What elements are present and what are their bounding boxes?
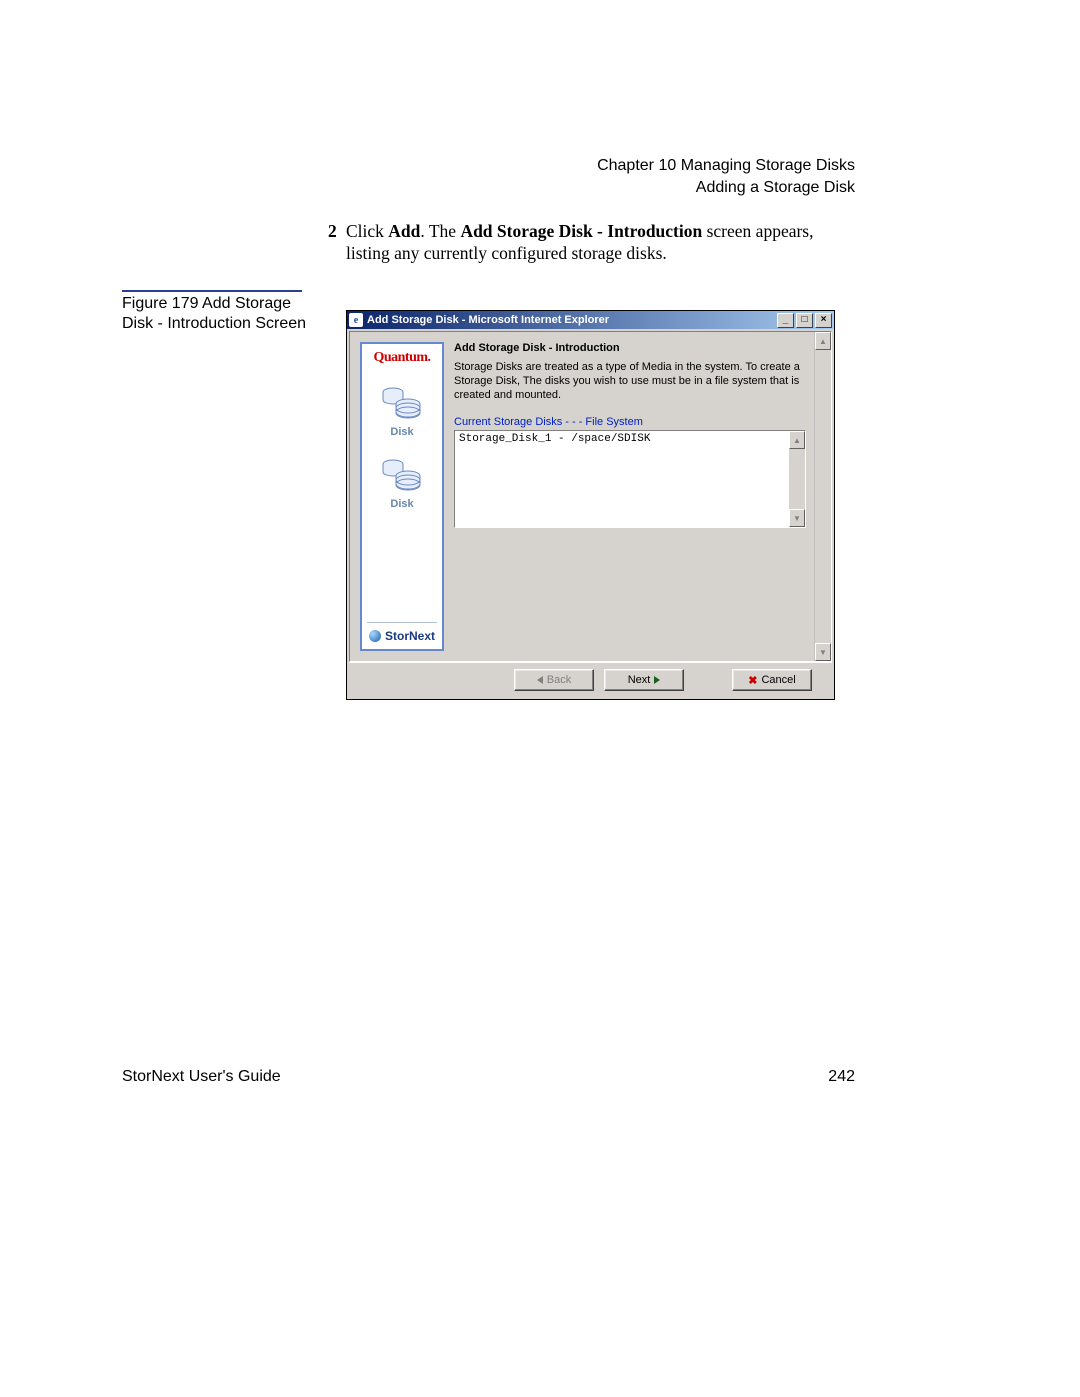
- wizard-button-bar: Back Next ✖ Cancel: [349, 662, 832, 697]
- next-button[interactable]: Next: [604, 669, 684, 691]
- wizard-description: Storage Disks are treated as a type of M…: [454, 360, 806, 402]
- next-label: Next: [628, 674, 651, 686]
- x-icon: ✖: [748, 674, 757, 687]
- disk-stack-icon: [380, 456, 424, 496]
- scroll-up-icon[interactable]: ▲: [815, 332, 831, 350]
- close-button[interactable]: ×: [815, 313, 832, 328]
- footer-guide: StorNext User's Guide: [122, 1068, 281, 1086]
- disk-icon-group: Disk: [380, 384, 424, 438]
- stornext-label: StorNext: [385, 629, 435, 643]
- stornext-logo: StorNext: [369, 629, 435, 643]
- disk-icon-group-2: Disk: [380, 456, 424, 510]
- wizard-sidebar: Quantum.: [360, 342, 444, 651]
- sidebar-divider: [367, 622, 437, 623]
- minimize-button[interactable]: _: [777, 313, 794, 328]
- step-number: 2: [328, 220, 337, 242]
- storage-disk-listbox[interactable]: Storage_Disk_1 - /space/SDISK ▲ ▼: [454, 430, 806, 528]
- content-area: Quantum.: [350, 332, 814, 661]
- window-titlebar: e Add Storage Disk - Microsoft Internet …: [347, 311, 834, 329]
- section-label: Adding a Storage Disk: [597, 177, 855, 199]
- disk-label-2: Disk: [390, 498, 413, 510]
- disk-label-1: Disk: [390, 426, 413, 438]
- wizard-main: Add Storage Disk - Introduction Storage …: [450, 332, 814, 661]
- page-header: Chapter 10 Managing Storage Disks Adding…: [597, 155, 855, 199]
- document-page: Chapter 10 Managing Storage Disks Adding…: [0, 0, 1080, 1397]
- back-button[interactable]: Back: [514, 669, 594, 691]
- ie-icon: e: [349, 313, 363, 327]
- cancel-label: Cancel: [761, 674, 795, 686]
- footer-page: 242: [828, 1068, 855, 1086]
- wizard-title: Add Storage Disk - Introduction: [454, 342, 806, 354]
- content-scroll-pane: Quantum.: [349, 331, 832, 662]
- arrow-right-icon: [654, 676, 660, 684]
- listbox-scrollbar[interactable]: ▲ ▼: [789, 431, 805, 527]
- scroll-down-icon[interactable]: ▼: [815, 643, 831, 661]
- window-title: Add Storage Disk - Microsoft Internet Ex…: [367, 314, 775, 326]
- cancel-button[interactable]: ✖ Cancel: [732, 669, 812, 691]
- maximize-button[interactable]: □: [796, 313, 813, 328]
- chapter-label: Chapter 10 Managing Storage Disks: [597, 155, 855, 177]
- window-client: Quantum.: [347, 329, 834, 699]
- globe-icon: [369, 630, 381, 642]
- quantum-logo: Quantum.: [373, 350, 430, 366]
- page-scrollbar[interactable]: ▲ ▼: [814, 332, 831, 661]
- caption-rule: [122, 290, 302, 292]
- back-label: Back: [547, 674, 571, 686]
- list-label: Current Storage Disks - - - File System: [454, 416, 806, 428]
- scroll-up-icon[interactable]: ▲: [789, 431, 805, 449]
- disk-stack-icon: [380, 384, 424, 424]
- list-item[interactable]: Storage_Disk_1 - /space/SDISK: [455, 431, 789, 527]
- screenshot-window: e Add Storage Disk - Microsoft Internet …: [346, 310, 835, 700]
- figure-caption: Figure 179 Add Storage Disk - Introducti…: [122, 294, 322, 334]
- window-controls: _ □ ×: [775, 313, 832, 328]
- scroll-down-icon[interactable]: ▼: [789, 509, 805, 527]
- arrow-left-icon: [537, 676, 543, 684]
- step-text: Click Add. The Add Storage Disk - Introd…: [346, 221, 814, 263]
- instruction-step: 2 Click Add. The Add Storage Disk - Intr…: [346, 220, 856, 264]
